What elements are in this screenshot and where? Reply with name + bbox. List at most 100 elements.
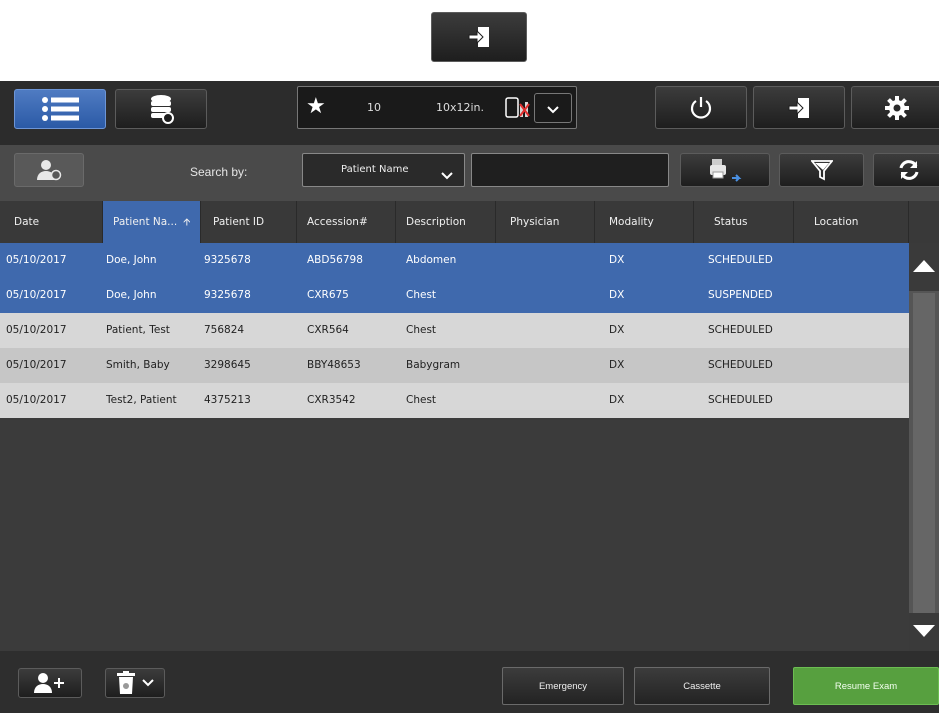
cell-accession: CXR564 bbox=[307, 324, 349, 336]
cell-modality: DX bbox=[609, 324, 625, 336]
cell-description: Babygram bbox=[406, 359, 461, 371]
cell-modality: DX bbox=[609, 254, 625, 266]
cell-description: Chest bbox=[406, 324, 437, 336]
patient-info-button[interactable] bbox=[14, 153, 84, 187]
search-by-label: Search by: bbox=[190, 165, 248, 179]
cell-accession: CXR675 bbox=[307, 289, 349, 301]
cell-date: 05/10/2017 bbox=[6, 324, 67, 336]
user-info-icon bbox=[36, 159, 62, 181]
export-button[interactable] bbox=[680, 153, 770, 187]
chevron-down-icon bbox=[142, 679, 154, 687]
exam-preset-selector[interactable]: ★ 10 10x12in. bbox=[297, 86, 577, 129]
cell-date: 05/10/2017 bbox=[6, 359, 67, 371]
database-stack-icon bbox=[148, 94, 174, 124]
cell-accession: BBY48653 bbox=[307, 359, 361, 371]
scroll-track[interactable] bbox=[913, 293, 935, 613]
top-exit-button[interactable] bbox=[431, 12, 527, 62]
triangle-up-icon bbox=[912, 258, 936, 277]
add-patient-button[interactable] bbox=[18, 668, 82, 698]
search-field-select[interactable]: Patient Name bbox=[302, 153, 465, 187]
cell-patient-name: Doe, John bbox=[106, 289, 157, 301]
cell-patient-id: 3298645 bbox=[204, 359, 251, 371]
preset-size: 10x12in. bbox=[436, 101, 485, 114]
scroll-up-button[interactable] bbox=[909, 243, 939, 291]
cassette-button[interactable]: Cassette bbox=[634, 667, 770, 705]
cell-date: 05/10/2017 bbox=[6, 394, 67, 406]
chevron-down-icon bbox=[547, 99, 559, 118]
column-header-date[interactable]: Date bbox=[0, 201, 103, 243]
trash-icon bbox=[116, 671, 136, 695]
cell-patient-id: 756824 bbox=[204, 324, 245, 336]
footer-bar: Emergency Cassette Resume Exam bbox=[0, 651, 939, 713]
column-header-accession[interactable]: Accession# bbox=[297, 201, 396, 243]
table-scrollbar[interactable] bbox=[909, 243, 939, 651]
sort-ascending-icon: 🡩 bbox=[183, 217, 191, 228]
column-header-modality[interactable]: Modality bbox=[595, 201, 694, 243]
cell-modality: DX bbox=[609, 394, 625, 406]
resume-exam-button[interactable]: Resume Exam bbox=[793, 667, 939, 705]
scroll-down-button[interactable] bbox=[909, 613, 939, 651]
add-patient-icon bbox=[33, 672, 67, 694]
exit-door-icon bbox=[466, 24, 492, 50]
cell-patient-name: Test2, Patient bbox=[106, 394, 177, 406]
cell-patient-id: 9325678 bbox=[204, 289, 251, 301]
cell-status: SCHEDULED bbox=[708, 394, 773, 406]
cell-status: SCHEDULED bbox=[708, 359, 773, 371]
column-header-location[interactable]: Location bbox=[794, 201, 909, 243]
logout-button[interactable] bbox=[753, 86, 845, 129]
database-button[interactable] bbox=[115, 89, 207, 129]
cell-patient-name: Patient, Test bbox=[106, 324, 170, 336]
list-icon bbox=[41, 96, 79, 122]
exit-door-icon bbox=[786, 95, 812, 121]
cell-accession: CXR3542 bbox=[307, 394, 356, 406]
search-bar: Search by: Patient Name bbox=[0, 145, 939, 201]
triangle-down-icon bbox=[912, 623, 936, 642]
table-row[interactable]: 05/10/2017 Test2, Patient 4375213 CXR354… bbox=[0, 383, 909, 418]
table-row[interactable]: 05/10/2017 Doe, John 9325678 CXR675 Ches… bbox=[0, 278, 909, 313]
column-header-description[interactable]: Description bbox=[396, 201, 496, 243]
cell-description: Abdomen bbox=[406, 254, 457, 266]
cell-status: SCHEDULED bbox=[708, 254, 773, 266]
column-header-patient-id[interactable]: Patient ID bbox=[201, 201, 297, 243]
worklist-body: 05/10/2017 Doe, John 9325678 ABD56798 Ab… bbox=[0, 243, 909, 651]
gear-icon bbox=[884, 95, 910, 121]
preset-dropdown-button[interactable] bbox=[534, 93, 572, 123]
emergency-button[interactable]: Emergency bbox=[502, 667, 624, 705]
preset-count: 10 bbox=[367, 101, 381, 114]
search-input[interactable] bbox=[471, 153, 669, 187]
cell-patient-name: Doe, John bbox=[106, 254, 157, 266]
cell-accession: ABD56798 bbox=[307, 254, 363, 266]
cell-date: 05/10/2017 bbox=[6, 254, 67, 266]
table-row[interactable]: 05/10/2017 Smith, Baby 3298645 BBY48653 … bbox=[0, 348, 909, 383]
cell-description: Chest bbox=[406, 289, 437, 301]
power-icon bbox=[688, 95, 714, 121]
worklist-app: ★ 10 10x12in. Search by: Patient Name Da… bbox=[0, 81, 939, 713]
favorite-star-icon: ★ bbox=[306, 94, 326, 119]
cell-status: SUSPENDED bbox=[708, 289, 773, 301]
cell-date: 05/10/2017 bbox=[6, 289, 67, 301]
cell-patient-id: 4375213 bbox=[204, 394, 251, 406]
column-header-status[interactable]: Status bbox=[694, 201, 794, 243]
table-row[interactable]: 05/10/2017 Doe, John 9325678 ABD56798 Ab… bbox=[0, 243, 909, 278]
worklist-header: Date Patient Na... 🡩 Patient ID Accession… bbox=[0, 201, 939, 243]
cell-patient-id: 9325678 bbox=[204, 254, 251, 266]
main-toolbar: ★ 10 10x12in. bbox=[0, 81, 939, 145]
chevron-down-icon bbox=[441, 165, 453, 184]
cell-status: SCHEDULED bbox=[708, 324, 773, 336]
column-header-patient-name[interactable]: Patient Na... 🡩 bbox=[103, 201, 201, 243]
filter-button[interactable] bbox=[779, 153, 864, 187]
cell-modality: DX bbox=[609, 359, 625, 371]
refresh-button[interactable] bbox=[873, 153, 939, 187]
table-row[interactable]: 05/10/2017 Patient, Test 756824 CXR564 C… bbox=[0, 313, 909, 348]
power-button[interactable] bbox=[655, 86, 747, 129]
settings-button[interactable] bbox=[851, 86, 939, 129]
detector-plate-icon bbox=[505, 96, 531, 124]
delete-dropdown-button[interactable] bbox=[105, 668, 165, 698]
search-field-value: Patient Name bbox=[341, 164, 409, 175]
filter-icon bbox=[810, 159, 833, 181]
refresh-icon bbox=[897, 159, 921, 181]
worklist-view-button[interactable] bbox=[14, 89, 106, 129]
column-header-physician[interactable]: Physician bbox=[496, 201, 595, 243]
cell-description: Chest bbox=[406, 394, 437, 406]
cell-modality: DX bbox=[609, 289, 625, 301]
